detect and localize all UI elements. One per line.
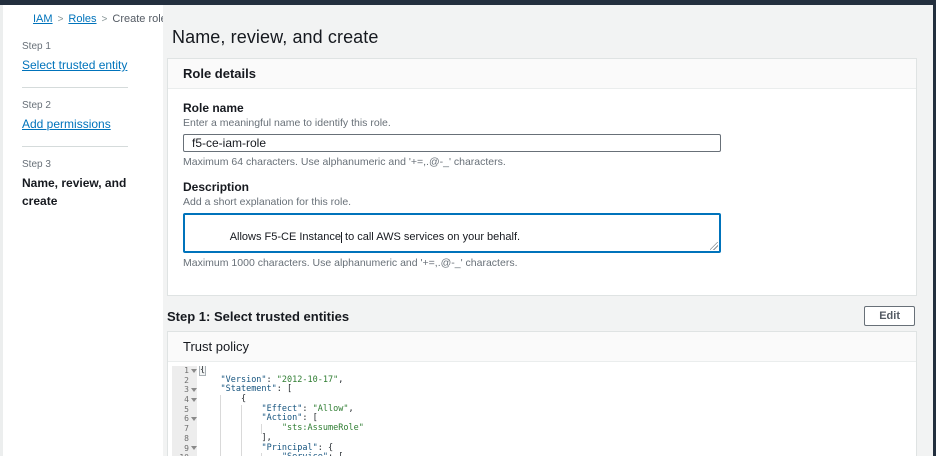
trust-policy-editor[interactable]: 12345678910111213141516 { "Version": "20…: [172, 366, 912, 456]
trust-policy-card: Trust policy 12345678910111213141516 { "…: [167, 331, 917, 456]
breadcrumb: IAM > Roles > Create role: [33, 13, 163, 25]
editor-line-number: 4: [172, 395, 197, 405]
description-text: Allows F5-CE Instance to call AWS servic…: [230, 231, 520, 243]
step-number-label: Step 3: [22, 159, 130, 170]
editor-line-number: 9: [172, 444, 197, 454]
editor-code-line: "Version": "2012-10-17",: [200, 376, 912, 386]
role-details-header: Role details: [168, 59, 916, 89]
steps-sidebar: IAM > Roles > Create role Step 1 Select trus…: [0, 5, 163, 456]
step-number-label: Step 1: [22, 41, 130, 52]
editor-line-number-gutter[interactable]: 12345678910111213141516: [172, 366, 197, 456]
step-nav-item-1: Step 1 Select trusted entity: [22, 41, 130, 74]
editor-line-number: 2: [172, 376, 197, 386]
role-details-card: Role details Role name Enter a meaningfu…: [167, 58, 917, 296]
description-constraint: Maximum 1000 characters. Use alphanumeri…: [183, 257, 901, 269]
editor-code-area[interactable]: { "Version": "2012-10-17", "Statement": …: [197, 366, 912, 456]
page-title: Name, review, and create: [172, 27, 936, 48]
description-hint: Add a short explanation for this role.: [183, 196, 901, 208]
role-name-input[interactable]: [183, 134, 721, 152]
breadcrumb-separator-icon: >: [102, 14, 108, 25]
sidebar-item-add-permissions[interactable]: Add permissions: [22, 117, 111, 131]
step1-review-title: Step 1: Select trusted entities: [167, 309, 349, 324]
sidebar-item-name-review-create: Name, review, and create: [22, 176, 126, 208]
editor-line-number: 5: [172, 405, 197, 415]
edit-button[interactable]: Edit: [864, 306, 915, 326]
trust-policy-header: Trust policy: [168, 332, 916, 362]
step-nav: Step 1 Select trusted entity Step 2 Add …: [22, 41, 130, 210]
sidebar-item-select-trusted-entity[interactable]: Select trusted entity: [22, 58, 127, 72]
console-top-bar: [0, 0, 936, 5]
breadcrumb-link-iam[interactable]: IAM: [33, 13, 53, 25]
main-content: Name, review, and create Role details Ro…: [163, 5, 936, 456]
role-name-hint: Enter a meaningful name to identify this…: [183, 117, 901, 129]
role-name-label: Role name: [183, 101, 901, 115]
editor-line-number: 6: [172, 414, 197, 424]
breadcrumb-separator-icon: >: [58, 14, 64, 25]
step-divider: [22, 146, 128, 147]
trust-policy-title: Trust policy: [183, 339, 901, 354]
step-nav-item-2: Step 2 Add permissions: [22, 100, 130, 133]
step-nav-item-3: Step 3 Name, review, and create: [22, 159, 130, 210]
role-details-title: Role details: [183, 66, 901, 81]
editor-line-number: 8: [172, 434, 197, 444]
breadcrumb-current: Create role: [112, 13, 166, 25]
editor-code-line: "sts:AssumeRole": [200, 424, 912, 434]
role-name-constraint: Maximum 64 characters. Use alphanumeric …: [183, 156, 901, 168]
page-layout: IAM > Roles > Create role Step 1 Select trus…: [0, 0, 936, 456]
editor-code-line: "Statement": [: [200, 385, 912, 395]
breadcrumb-link-roles[interactable]: Roles: [68, 13, 96, 25]
editor-line-number: 3: [172, 385, 197, 395]
description-textarea[interactable]: Allows F5-CE Instance to call AWS servic…: [183, 213, 721, 253]
editor-line-number: 1: [172, 366, 197, 376]
step-number-label: Step 2: [22, 100, 130, 111]
step1-review-row: Step 1: Select trusted entities Edit: [167, 306, 917, 326]
step-divider: [22, 87, 128, 88]
role-details-body: Role name Enter a meaningful name to ide…: [168, 89, 916, 295]
editor-line-number: 7: [172, 424, 197, 434]
description-label: Description: [183, 180, 901, 194]
resize-handle-icon[interactable]: [710, 242, 718, 250]
iam-create-role-screen: IAM > Roles > Create role Step 1 Select trus…: [0, 0, 936, 456]
